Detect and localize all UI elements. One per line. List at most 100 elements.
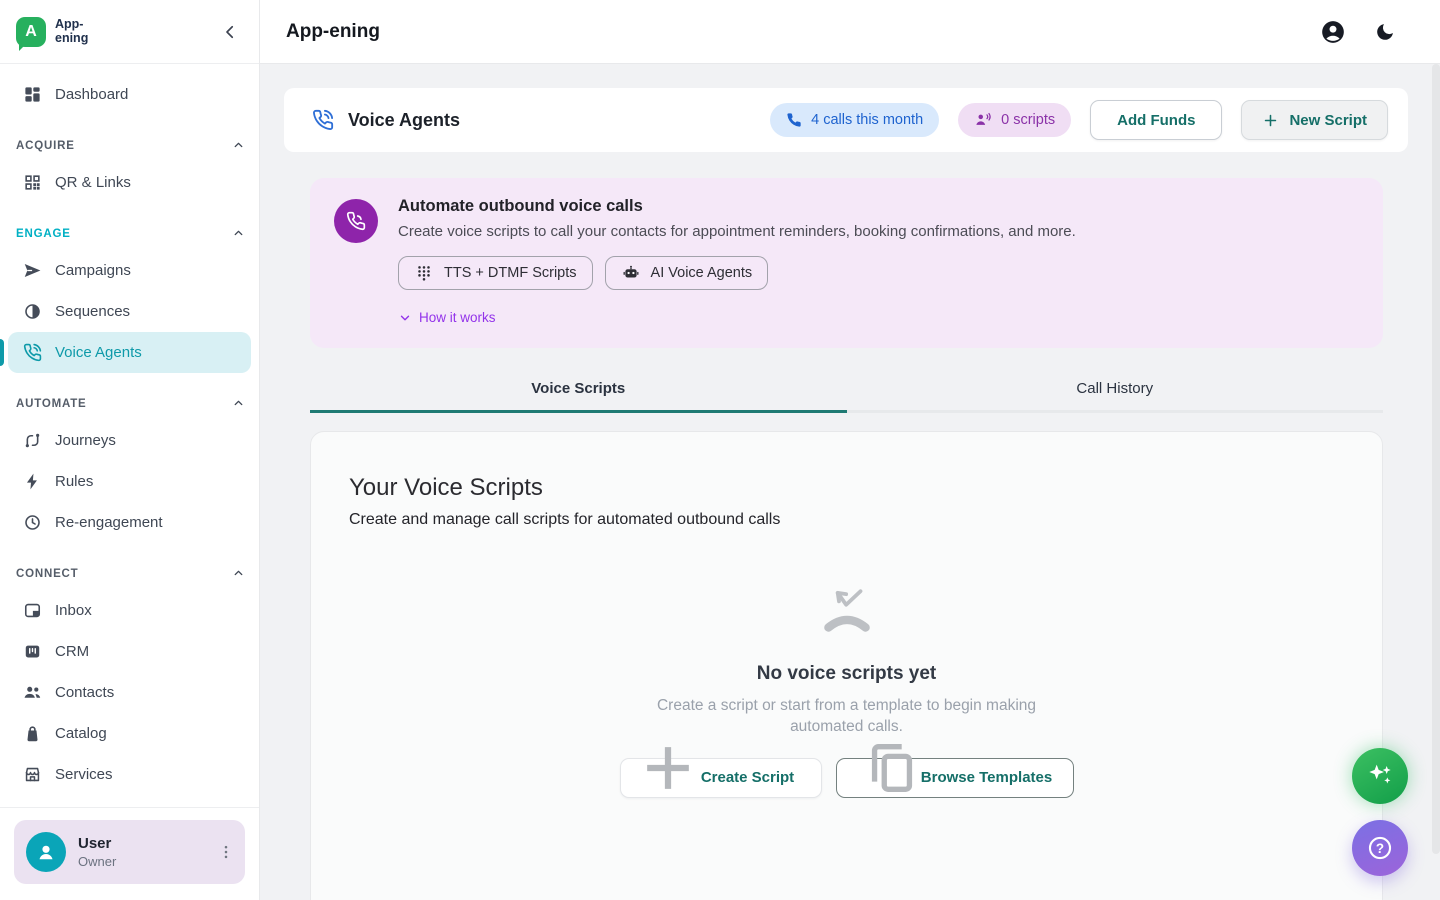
qr-code-icon: [22, 173, 42, 193]
tab-voice-scripts[interactable]: Voice Scripts: [310, 380, 847, 413]
chip-label: TTS + DTMF Scripts: [444, 265, 577, 281]
help-fab[interactable]: ?: [1352, 820, 1408, 876]
content-area: Voice Agents 4 calls this month 0 script…: [260, 64, 1440, 900]
sidebar-item-inbox[interactable]: Inbox: [8, 590, 251, 631]
sidebar-section-acquire[interactable]: ACQUIRE: [16, 139, 245, 152]
sidebar-item-crm[interactable]: CRM: [8, 631, 251, 672]
user-name: User: [78, 835, 116, 852]
inner-content: Automate outbound voice calls Create voi…: [310, 178, 1383, 900]
scripts-badge-label: 0 scripts: [1001, 112, 1055, 128]
main-area: App-ening Voice Agents 4 calls this mon: [260, 0, 1440, 900]
sidebar-item-dashboard[interactable]: Dashboard: [8, 74, 251, 115]
user-info: User Owner: [78, 835, 116, 869]
shopping-bag-icon: [22, 724, 42, 744]
clock-icon: [22, 513, 42, 533]
calendar-icon: [22, 806, 42, 808]
how-it-works-link[interactable]: How it works: [398, 310, 496, 325]
sidebar-item-label: Catalog: [55, 725, 107, 742]
sidebar-item-label: Sequences: [55, 303, 130, 320]
section-label: ACQUIRE: [16, 140, 75, 152]
copy-icon: [861, 737, 923, 799]
dialpad-icon: [414, 263, 434, 283]
new-script-label: New Script: [1289, 112, 1367, 129]
sidebar-user-area: User Owner: [0, 807, 259, 900]
sidebar-item-contacts[interactable]: Contacts: [8, 672, 251, 713]
scrollbar-thumb[interactable]: [1432, 64, 1440, 854]
tabs: Voice Scripts Call History: [310, 380, 1383, 413]
sidebar-item-catalog[interactable]: Catalog: [8, 713, 251, 754]
sidebar-section-automate[interactable]: AUTOMATE: [16, 397, 245, 410]
section-label: ENGAGE: [16, 228, 71, 240]
help-circle-icon: ?: [1366, 834, 1394, 862]
user-role: Owner: [78, 854, 116, 869]
empty-state-actions: Create Script Browse Templates: [620, 758, 1074, 798]
page-title-wrap: Voice Agents: [312, 109, 460, 131]
page-title: Voice Agents: [348, 110, 460, 131]
sidebar-item-sequences[interactable]: Sequences: [8, 291, 251, 332]
sidebar-item-qr-links[interactable]: QR & Links: [8, 162, 251, 203]
plus-icon: [1262, 112, 1279, 129]
calls-badge: 4 calls this month: [770, 103, 939, 137]
sidebar-section-connect[interactable]: CONNECT: [16, 567, 245, 580]
chevron-up-icon: [232, 397, 245, 410]
sidebar-item-label: Dashboard: [55, 86, 128, 103]
sidebar-item-label: Re-engagement: [55, 514, 163, 531]
new-script-button[interactable]: New Script: [1241, 100, 1388, 140]
scripts-badge: 0 scripts: [958, 103, 1071, 137]
sidebar-item-label: Services: [55, 766, 113, 783]
dashboard-icon: [22, 85, 42, 105]
people-icon: [22, 683, 42, 703]
topbar-actions: [1320, 19, 1396, 45]
section-label: CONNECT: [16, 568, 79, 580]
sidebar-item-label: Campaigns: [55, 262, 131, 279]
topbar-title: App-ening: [286, 21, 380, 43]
sidebar-collapse-button[interactable]: [221, 23, 239, 41]
section-label: AUTOMATE: [16, 398, 87, 410]
empty-state-description: Create a script or start from a template…: [651, 695, 1043, 738]
banner-title: Automate outbound voice calls: [398, 197, 1076, 216]
send-icon: [22, 261, 42, 281]
browse-templates-label: Browse Templates: [921, 769, 1052, 786]
ai-assistant-fab[interactable]: [1352, 748, 1408, 804]
contrast-icon: [22, 302, 42, 322]
chevron-up-icon: [232, 567, 245, 580]
chevron-up-icon: [232, 227, 245, 240]
page-actions: 4 calls this month 0 scripts Add Funds N…: [770, 100, 1388, 140]
sidebar: A App- ening Dashboard ACQUIRE QR &: [0, 0, 260, 900]
panel-title: Your Voice Scripts: [349, 474, 1344, 502]
plus-icon: [643, 743, 693, 793]
create-script-button[interactable]: Create Script: [620, 758, 822, 798]
lightning-icon: [22, 472, 42, 492]
account-button[interactable]: [1320, 19, 1346, 45]
sidebar-nav: Dashboard ACQUIRE QR & Links ENGAGE: [0, 64, 259, 807]
sidebar-item-label: Contacts: [55, 684, 114, 701]
browse-templates-button[interactable]: Browse Templates: [836, 758, 1074, 798]
sidebar-item-label: Voice Agents: [55, 344, 142, 361]
phone-icon: [786, 112, 802, 128]
sidebar-item-services[interactable]: Services: [8, 754, 251, 795]
sidebar-item-journeys[interactable]: Journeys: [8, 420, 251, 461]
voice-banner: Automate outbound voice calls Create voi…: [310, 178, 1383, 348]
sidebar-item-campaigns[interactable]: Campaigns: [8, 250, 251, 291]
sidebar-item-appointments[interactable]: Appointments: [8, 795, 251, 807]
kanban-icon: [22, 642, 42, 662]
sidebar-item-voice-agents[interactable]: Voice Agents: [8, 332, 251, 373]
phone-missed-icon: [820, 587, 874, 641]
sidebar-section-engage[interactable]: ENGAGE: [16, 227, 245, 240]
brand-line-1: App-: [55, 18, 88, 32]
add-funds-button[interactable]: Add Funds: [1090, 100, 1222, 140]
tab-call-history[interactable]: Call History: [847, 380, 1384, 413]
storefront-icon: [22, 765, 42, 785]
sidebar-item-rules[interactable]: Rules: [8, 461, 251, 502]
user-card[interactable]: User Owner: [14, 820, 245, 884]
app-logo-text: App- ening: [55, 18, 88, 45]
message-square-icon: [22, 601, 42, 621]
chip-ai-voice: AI Voice Agents: [605, 256, 769, 290]
banner-body: Automate outbound voice calls Create voi…: [398, 197, 1076, 325]
user-menu-button[interactable]: [217, 843, 235, 861]
account-circle-icon: [1320, 19, 1346, 45]
sparkles-icon: [1364, 760, 1396, 792]
dark-mode-toggle[interactable]: [1374, 21, 1396, 43]
phone-call-icon: [312, 109, 334, 131]
sidebar-item-re-engagement[interactable]: Re-engagement: [8, 502, 251, 543]
